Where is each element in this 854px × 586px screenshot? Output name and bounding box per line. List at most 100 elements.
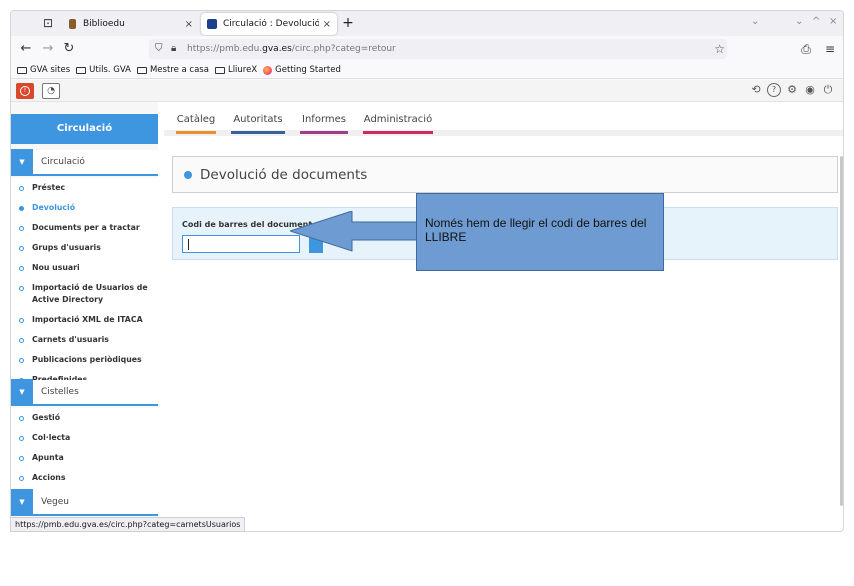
tab-administracio[interactable]: Administració [363, 114, 433, 134]
sidebar-module-title: Circulació [11, 114, 158, 144]
menu-icon[interactable]: ≡ [821, 40, 839, 58]
sidebar-item-publicacions[interactable]: Publicacions periòdiques [11, 350, 158, 370]
settings-gear-icon[interactable]: ⚙ [785, 83, 799, 97]
app-top-strip: ! ◔ ⟲ ? ⚙ ◉ ⏻ [11, 80, 843, 102]
bookmark-utils-gva[interactable]: Utils. GVA [76, 65, 131, 75]
folder-icon [214, 66, 225, 74]
bullet-icon [19, 338, 24, 343]
folder-icon [17, 66, 27, 74]
section-title: Circulació [41, 157, 85, 167]
sidebar-item-import-itaca[interactable]: Importació XML de ITACA [11, 310, 158, 330]
module-tabs: Catàleg Autoritats Informes Administraci… [164, 102, 843, 136]
minimize-icon[interactable]: ⌄ [795, 16, 803, 27]
section-header-cistelles[interactable]: ▼ Cistelles [11, 379, 158, 406]
bookmark-star-icon[interactable]: ☆ [714, 39, 725, 59]
tab-label: Biblioedu [83, 19, 125, 29]
barcode-input[interactable] [182, 235, 300, 253]
pmb-favicon-icon [207, 19, 217, 29]
tab-biblioedu[interactable]: Biblioedu × [61, 13, 199, 35]
text-caret [188, 239, 189, 250]
section-list-cistelles: Gestió Col·lecta Apunta Accions [11, 408, 158, 490]
firefox-icon [263, 65, 273, 75]
tab-close-icon[interactable]: × [185, 19, 193, 30]
bookmark-getting-started[interactable]: Getting Started [263, 65, 341, 75]
tab-autoritats[interactable]: Autoritats [231, 114, 285, 134]
vertical-scrollbar[interactable] [840, 156, 843, 506]
tab-list-icon[interactable]: ⊡ [39, 15, 57, 31]
new-tab-button[interactable]: + [339, 14, 357, 32]
page-title: Devolució de documents [200, 166, 368, 183]
bullet-icon [19, 246, 24, 251]
sidebar-item-collecta[interactable]: Col·lecta [11, 428, 158, 448]
bullet-icon [19, 476, 24, 481]
browser-window: ⊡ Biblioedu × Circulació : Devolució × +… [10, 10, 844, 532]
page-content: ! ◔ ⟲ ? ⚙ ◉ ⏻ Circulació ▼ Circulació Pr… [11, 80, 843, 531]
page-title-box: Devolució de documents [172, 156, 838, 193]
bullet-icon [19, 206, 24, 211]
dashboard-gauge-icon[interactable]: ◔ [42, 83, 60, 99]
bullet-icon [19, 186, 24, 191]
tab-cataleg[interactable]: Catàleg [176, 114, 216, 134]
sidebar-item-carnets[interactable]: Carnets d'usuaris [11, 330, 158, 350]
back-icon[interactable]: ← [17, 40, 35, 58]
callout-annotation: Només hem de llegir el codi de barres de… [416, 193, 664, 271]
sidebar-item-prestec[interactable]: Préstec [11, 178, 158, 198]
history-icon[interactable]: ⟲ [749, 83, 763, 97]
bookmarks-bar: GVA sites Utils. GVA Mestre a casa Lliur… [11, 62, 843, 79]
bullet-icon [19, 456, 24, 461]
folder-icon [76, 66, 87, 74]
url-text[interactable]: https://pmb.edu.gva.es/circ.php?categ=re… [187, 39, 396, 59]
sidebar-item-nou-usuari[interactable]: Nou usuari [11, 258, 158, 278]
book-favicon-icon [69, 19, 76, 29]
section-header-circulacio[interactable]: ▼ Circulació [11, 149, 158, 176]
sidebar-item-documents[interactable]: Documents per a tractar [11, 218, 158, 238]
bullet-icon [19, 436, 24, 441]
section-header-vegeu[interactable]: ▼ Vegeu [11, 489, 158, 516]
url-bar[interactable]: ⛉ 🔒︎ https://pmb.edu.gva.es/circ.php?cat… [149, 39, 727, 59]
power-icon[interactable]: ⏻ [821, 83, 835, 97]
status-bar-url: https://pmb.edu.gva.es/circ.php?categ=ca… [10, 517, 246, 532]
sidebar-item-import-ad[interactable]: Importació de Usuarios de Active Directo… [11, 278, 158, 310]
bookmark-mestre-a-casa[interactable]: Mestre a casa [136, 65, 209, 75]
list-all-tabs-icon[interactable]: ⌄ [751, 16, 759, 27]
section-list-circulacio: Préstec Devolució Documents per a tracta… [11, 178, 158, 384]
maximize-icon[interactable]: ^ [812, 16, 820, 27]
bullet-icon [19, 358, 24, 363]
folder-icon [136, 66, 147, 74]
chevron-down-icon: ▼ [11, 489, 33, 515]
alert-icon[interactable]: ! [16, 83, 34, 99]
sidebar-item-accions[interactable]: Accions [11, 468, 158, 488]
lock-icon[interactable]: 🔒︎ [171, 39, 176, 59]
bullet-icon [19, 286, 24, 291]
forward-icon[interactable]: → [39, 40, 57, 58]
tab-strip: ⊡ Biblioedu × Circulació : Devolució × +… [11, 11, 843, 36]
sidebar-item-gestio[interactable]: Gestió [11, 408, 158, 428]
share-icon[interactable]: ⎙ [797, 40, 815, 58]
tab-informes[interactable]: Informes [300, 114, 348, 134]
shield-icon[interactable]: ⛉ [155, 39, 163, 59]
help-icon[interactable]: ? [767, 83, 781, 97]
globe-icon[interactable]: ◉ [803, 83, 817, 97]
section-title: Cistelles [41, 387, 79, 397]
main-content: Catàleg Autoritats Informes Administraci… [164, 102, 843, 531]
section-title: Vegeu [41, 497, 69, 507]
bullet-icon [19, 416, 24, 421]
sidebar-item-apunta[interactable]: Apunta [11, 448, 158, 468]
left-sidebar: Circulació ▼ Circulació Préstec Devoluci… [11, 102, 158, 531]
navigation-bar: ← → ↻ ⛉ 🔒︎ https://pmb.edu.gva.es/circ.p… [11, 36, 843, 62]
reload-icon[interactable]: ↻ [60, 40, 78, 58]
sidebar-item-devolucio[interactable]: Devolució [11, 198, 158, 218]
bullet-icon [19, 318, 24, 323]
bullet-icon [184, 170, 192, 179]
tab-circulacio[interactable]: Circulació : Devolució × [201, 13, 337, 35]
bullet-icon [19, 226, 24, 231]
close-window-icon[interactable]: × [829, 16, 837, 27]
bookmark-gva-sites[interactable]: GVA sites [17, 65, 70, 75]
chevron-down-icon: ▼ [11, 149, 33, 175]
bookmark-lliurex[interactable]: LliureX [214, 65, 257, 75]
chevron-down-icon: ▼ [11, 379, 33, 405]
sidebar-item-grups[interactable]: Grups d'usuaris [11, 238, 158, 258]
callout-arrow-icon [290, 211, 419, 252]
tab-label: Circulació : Devolució [223, 19, 319, 29]
tab-close-icon[interactable]: × [323, 19, 331, 30]
